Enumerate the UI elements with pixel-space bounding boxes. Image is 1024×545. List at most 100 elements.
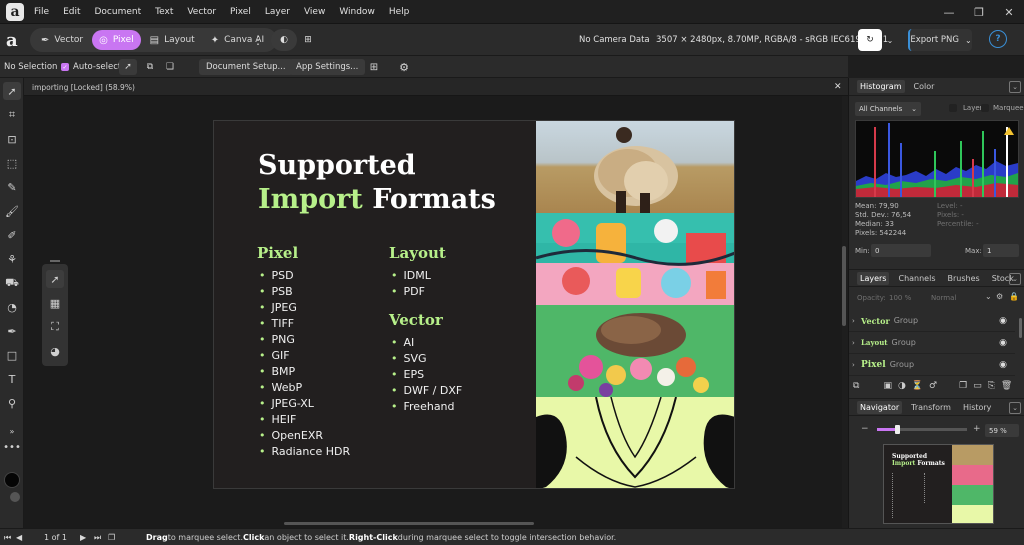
document-tab[interactable]: importing [Locked] (58.9%) ✕ [24,78,848,96]
select-cursor-icon[interactable]: ➚ [119,59,137,75]
marquee-tool-icon[interactable]: ⬚ [3,154,21,172]
fx-icon[interactable]: ⧉ [853,381,859,391]
perspective-grid-icon[interactable]: ⛶ [46,318,64,336]
lock-icon[interactable]: 🔒 [1009,292,1019,301]
pen-tool-icon[interactable]: ✒ [3,322,21,340]
horizontal-scrollbar[interactable] [284,522,534,525]
menu-text[interactable]: Text [155,7,173,17]
document-setup-button[interactable]: Document Setup... [199,59,293,75]
pages-icon[interactable]: ❐ [108,529,115,545]
zoom-slider-thumb[interactable] [895,425,900,434]
menu-document[interactable]: Document [95,7,142,17]
menu-layer[interactable]: Layer [265,7,290,17]
zoom-slider[interactable] [877,425,967,434]
navigator-thumbnail[interactable]: Supported Import Formats [883,444,994,524]
grid-layout-icon[interactable]: ▦ [46,294,64,312]
navigator-menu-icon[interactable]: ⌄ [1009,402,1021,414]
tab-color[interactable]: Color [911,80,938,93]
persona-pixel[interactable]: ◎ Pixel [92,30,141,50]
layer-radio[interactable] [949,104,957,112]
menu-help[interactable]: Help [389,7,410,17]
visibility-eye-icon[interactable]: ◉ [999,316,1007,326]
grid-icon[interactable]: ⊞ [366,59,382,75]
marquee-radio[interactable] [981,104,989,112]
vertical-scrollbar[interactable] [842,246,846,326]
primary-color-swatch[interactable] [4,472,20,488]
grid-snap-icon[interactable]: ⊞ [299,29,317,51]
text-tool-icon[interactable]: T [3,370,21,388]
layer-option[interactable]: Layer [949,104,983,112]
export-persona-icon[interactable]: ↻ [858,29,882,51]
tab-history[interactable]: History [960,401,994,414]
new-layer-icon[interactable]: ❐ [959,381,967,391]
blend-mode-select[interactable]: Normal [931,294,956,302]
auto-select-toggle[interactable]: ✓ Auto-select: [61,56,124,78]
layer-row-pixel[interactable]: › Pixel Group ◉ [849,354,1015,376]
close-document-icon[interactable]: ✕ [834,78,842,96]
minimize-icon[interactable]: — [934,0,964,24]
blend-chevron-icon[interactable]: ⌄ [985,292,992,301]
panel-menu-icon[interactable]: ⌄ [1009,81,1021,93]
zoom-value[interactable]: 59 % [985,424,1019,437]
help-icon[interactable]: ? [989,30,1007,48]
live-filter-icon[interactable]: ♂ [929,381,937,391]
rectangle-tool-icon[interactable]: □ [3,346,21,364]
selection-brush-icon[interactable]: ✎ [3,178,21,196]
prev-page-icon[interactable]: ◀ [16,529,22,545]
visibility-eye-icon[interactable]: ◉ [999,360,1007,370]
intersect-mode-icon[interactable]: ⧉ [142,59,158,75]
menu-vector[interactable]: Vector [187,7,216,17]
drag-handle[interactable] [50,260,60,262]
trash-icon[interactable]: 🗑 [1001,381,1012,391]
channel-select[interactable]: All Channels ⌄ [855,102,921,116]
more-options-icon[interactable]: ⋮ [252,29,264,51]
document-canvas[interactable]: Supported Import Formats Pixel PSD PSB J… [213,120,735,489]
gear-icon[interactable]: ⚙ [396,59,412,75]
menu-view[interactable]: View [304,7,325,17]
first-page-icon[interactable]: ⏮ [4,529,11,545]
layer-settings-icon[interactable]: ⚙ [996,292,1003,301]
marquee-option[interactable]: Marquee [981,104,1024,112]
layer-mode-icon[interactable]: ❏ [162,59,178,75]
tab-transform[interactable]: Transform [908,401,954,414]
mask-icon[interactable]: ◐ [271,29,297,51]
filter-icon[interactable]: ⏳ [912,381,923,391]
tab-channels[interactable]: Channels [895,272,938,285]
zoom-out-icon[interactable]: − [861,424,869,434]
export-png-button[interactable]: Export PNG ⌄ [908,29,972,51]
secondary-color-swatch[interactable] [10,492,20,502]
expand-arrow-icon[interactable]: › [852,317,855,325]
maximize-icon[interactable]: ❐ [964,0,994,24]
tab-navigator[interactable]: Navigator [857,400,903,414]
menu-window[interactable]: Window [339,7,375,17]
more-tools-icon[interactable]: ••• [3,438,21,456]
menu-pixel[interactable]: Pixel [230,7,251,17]
expand-arrow-icon[interactable]: › [852,339,855,347]
dodge-tool-icon[interactable]: ◔ [3,298,21,316]
layer-row-layout[interactable]: › Layout Group ◉ [849,332,1015,354]
checkbox-checked-icon[interactable]: ✓ [61,63,69,71]
expand-arrow-icon[interactable]: › [852,361,855,369]
app-settings-button[interactable]: App Settings... [289,59,366,75]
move-tool-icon[interactable]: ➚ [3,82,21,100]
menu-file[interactable]: File [34,7,49,17]
paint-brush-icon[interactable]: 🖌 [3,202,21,220]
pointer-icon[interactable]: ➚ [46,270,64,288]
tab-histogram[interactable]: Histogram [857,80,905,93]
layers-menu-icon[interactable]: ⌄ [1009,273,1021,285]
max-input[interactable]: 1 [983,244,1019,257]
group-icon[interactable]: ▭ [973,381,982,391]
palette-icon[interactable]: ◕ [46,342,64,360]
pixel-tool-icon[interactable]: ✐ [3,226,21,244]
min-input[interactable]: 0 [871,244,931,257]
tab-brushes[interactable]: Brushes [945,272,983,285]
tab-layers[interactable]: Layers [857,271,890,285]
persona-vector[interactable]: ✒ Vector [34,30,90,50]
chevron-down-icon[interactable]: ⌄ [885,29,895,51]
last-page-icon[interactable]: ⏭ [94,529,101,545]
crop-tool-icon[interactable]: ⌗ [3,106,21,124]
eyedropper-icon[interactable]: ⚲ [3,394,21,412]
opacity-value[interactable]: 100 % [889,294,911,302]
duplicate-icon[interactable]: ⎘ [988,381,995,391]
visibility-eye-icon[interactable]: ◉ [999,338,1007,348]
